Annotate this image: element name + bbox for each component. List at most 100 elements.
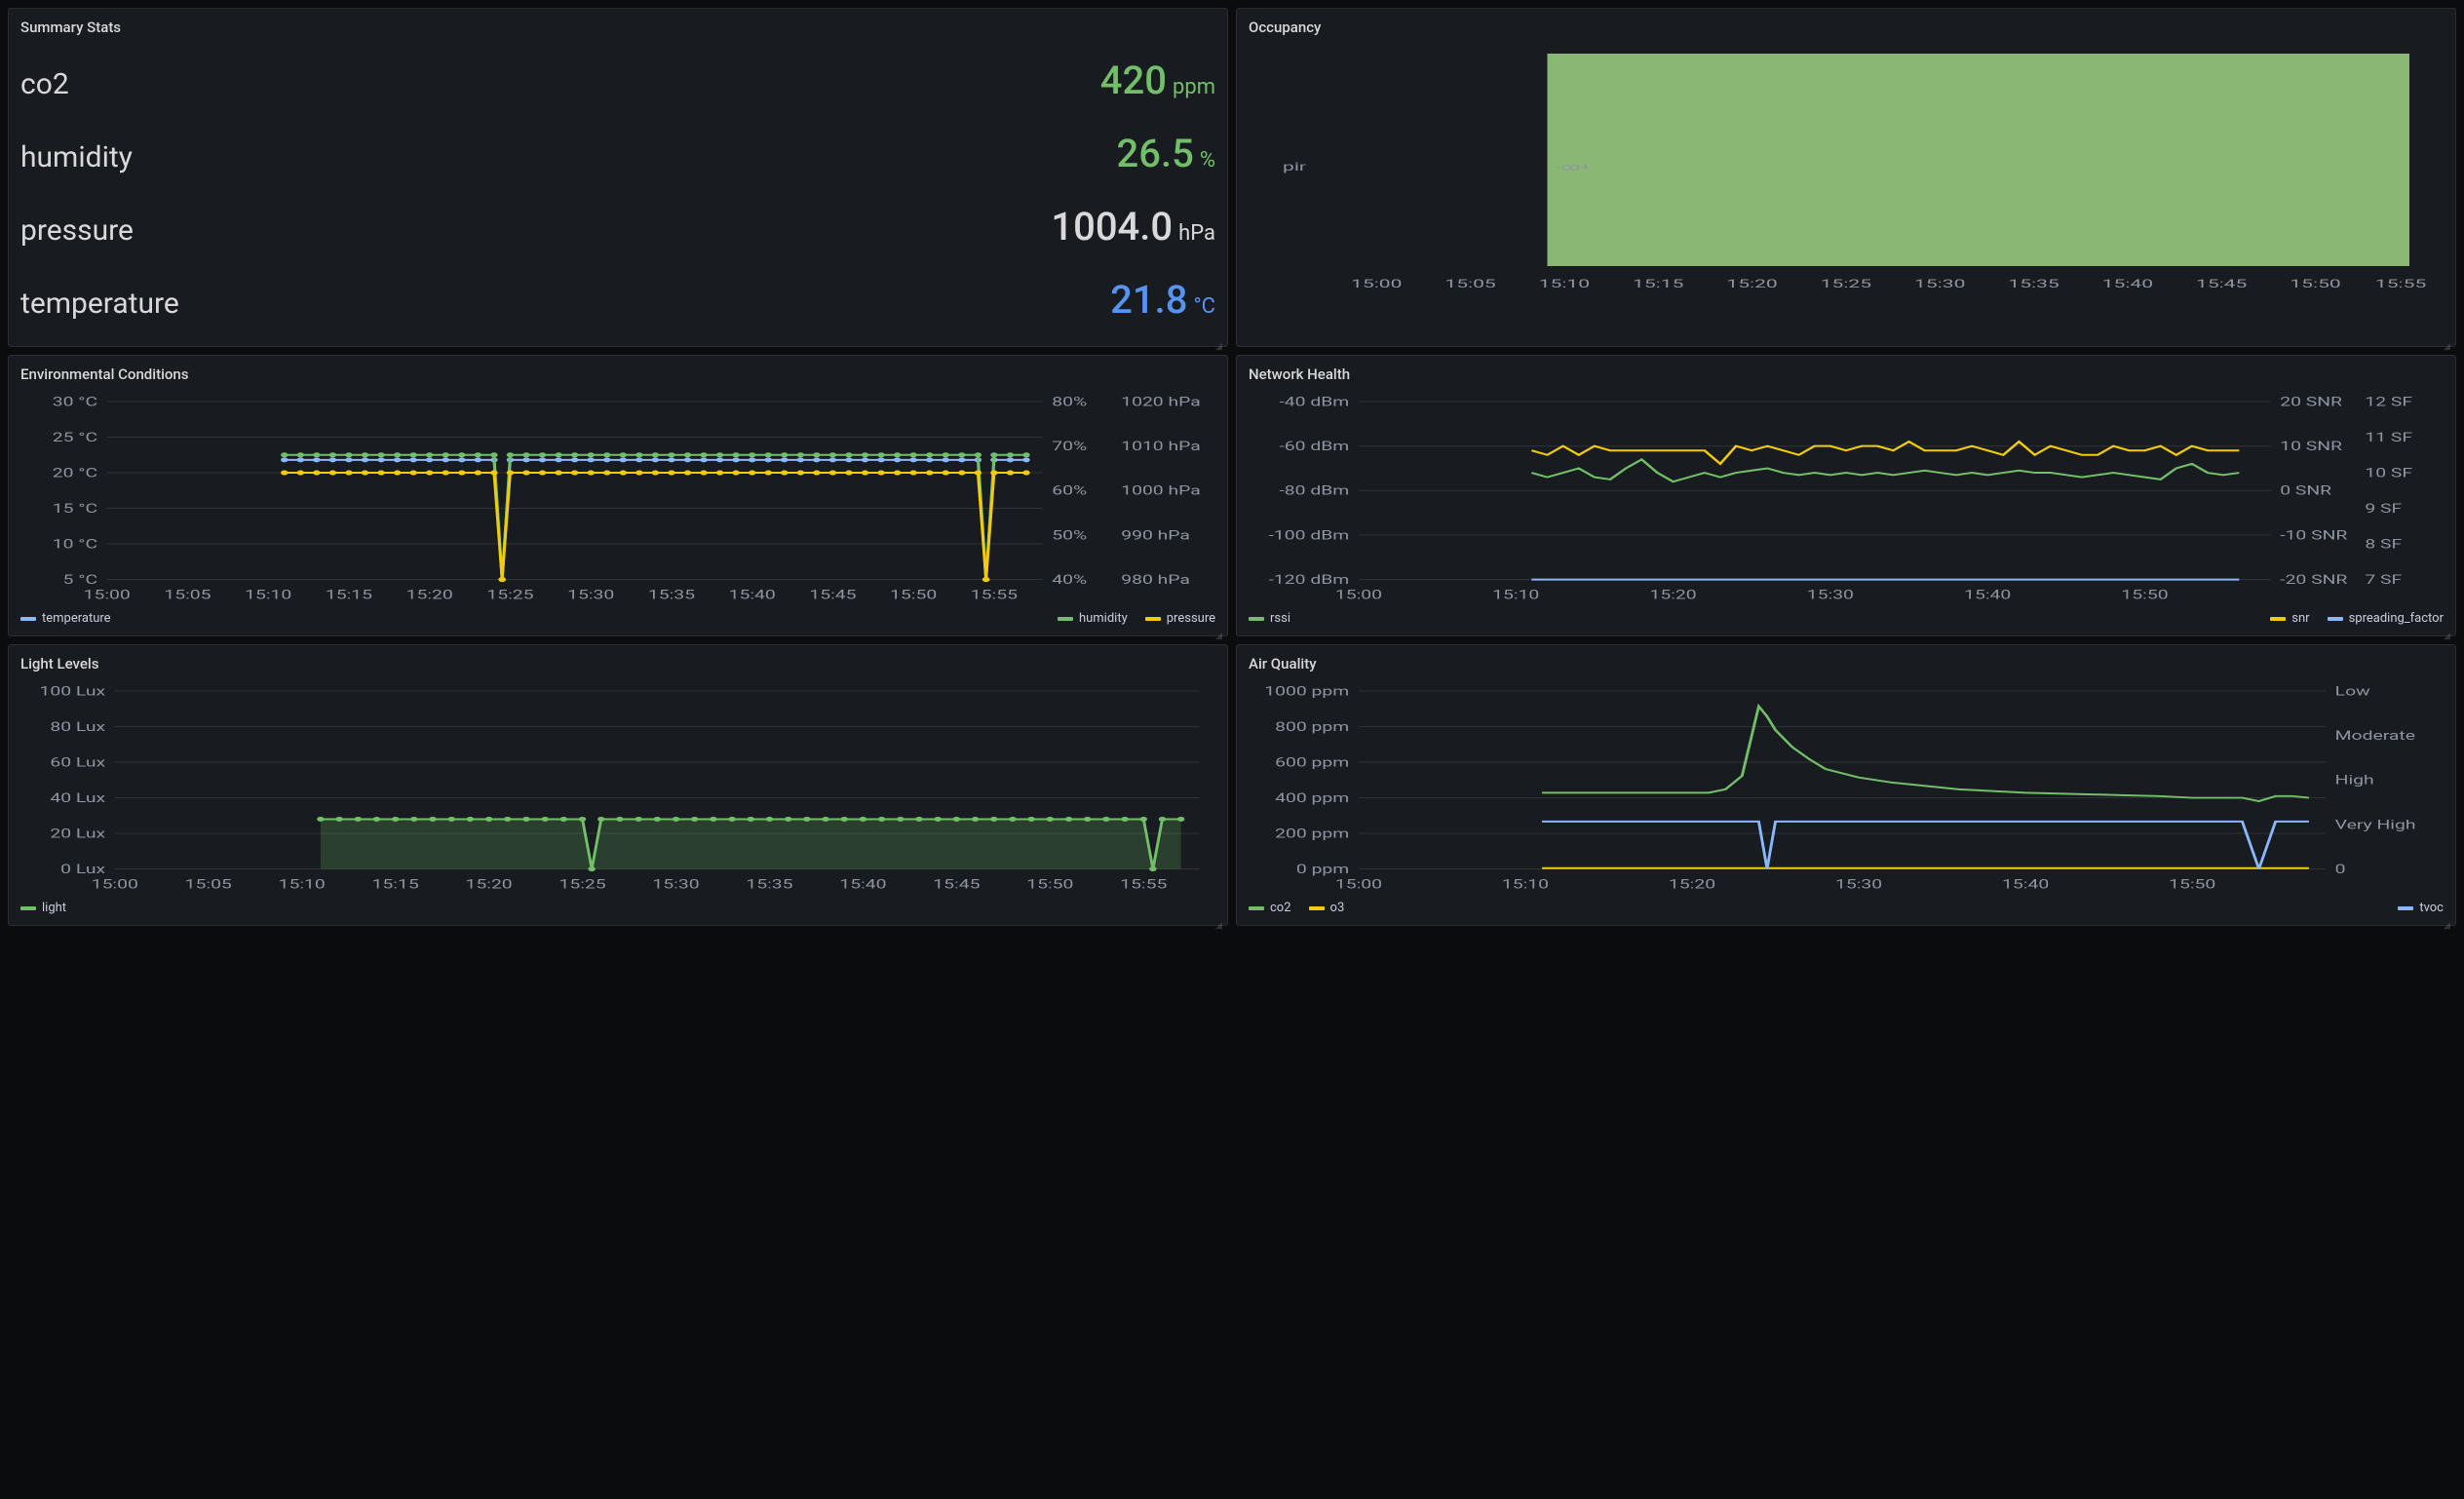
x-axis: 15:00 15:05 15:10 15:15 15:20 15:25 15:3… (1351, 277, 2426, 290)
svg-text:Low: Low (2335, 684, 2371, 699)
svg-text:15:45: 15:45 (2196, 277, 2247, 290)
svg-text:-40 dBm: -40 dBm (1279, 395, 1349, 409)
legend: co2 o3 tvoc (1249, 901, 2444, 915)
resize-handle-icon[interactable] (1215, 913, 1225, 923)
svg-text:15:50: 15:50 (2169, 877, 2215, 892)
legend-item-pressure[interactable]: pressure (1145, 611, 1215, 626)
legend-item-co2[interactable]: co2 (1249, 901, 1291, 915)
svg-text:20 Lux: 20 Lux (50, 826, 105, 841)
legend: light (20, 901, 1215, 915)
svg-text:15:20: 15:20 (466, 877, 513, 892)
stat-label: co2 (20, 67, 69, 101)
resize-handle-icon[interactable] (2444, 624, 2453, 634)
occupancy-panel: Occupancy pir -∞+ 15:00 15:05 15:10 15:1… (1236, 8, 2456, 347)
svg-text:15:30: 15:30 (1914, 277, 1965, 290)
svg-text:10 °C: 10 °C (53, 537, 98, 552)
occupancy-chart[interactable]: pir -∞+ 15:00 15:05 15:10 15:15 15:20 15… (1249, 44, 2444, 297)
svg-text:15:00: 15:00 (84, 588, 131, 602)
legend-item-temperature[interactable]: temperature (20, 611, 111, 626)
svg-text:15:15: 15:15 (1633, 277, 1683, 290)
svg-text:15:20: 15:20 (406, 588, 453, 602)
svg-text:0 Lux: 0 Lux (60, 863, 105, 877)
occupancy-block (1548, 54, 2409, 266)
svg-text:Very High: Very High (2335, 818, 2416, 832)
svg-text:10 SF: 10 SF (2365, 466, 2412, 480)
network-health-panel: Network Health -120 dBm-100 dBm-80 dBm-6… (1236, 355, 2456, 636)
svg-text:pir: pir (1283, 160, 1306, 173)
svg-text:15:45: 15:45 (933, 877, 980, 892)
svg-text:-∞+: -∞+ (1556, 160, 1591, 173)
svg-text:980 hPa: 980 hPa (1121, 573, 1190, 588)
svg-text:15:20: 15:20 (1649, 588, 1696, 602)
panel-title: Air Quality (1249, 655, 2444, 673)
resize-handle-icon[interactable] (2444, 913, 2453, 923)
svg-text:15:05: 15:05 (185, 877, 232, 892)
svg-text:15:35: 15:35 (648, 588, 695, 602)
panel-title: Summary Stats (20, 19, 1215, 36)
svg-text:1000 ppm: 1000 ppm (1264, 684, 1349, 699)
stat-row-humidity: humidity 26.5 % (20, 117, 1215, 190)
stat-row-temperature: temperature 21.8 °C (20, 263, 1215, 336)
svg-text:50%: 50% (1052, 528, 1087, 543)
svg-text:15:10: 15:10 (1492, 588, 1539, 602)
svg-text:30 °C: 30 °C (53, 395, 98, 409)
svg-text:15:50: 15:50 (890, 588, 937, 602)
legend-item-snr[interactable]: snr (2270, 611, 2309, 626)
stat-row-co2: co2 420 ppm (20, 44, 1215, 117)
air-chart[interactable]: 0 ppm200 ppm400 ppm600 ppm800 ppm1000 pp… (1249, 680, 2444, 895)
svg-text:0 ppm: 0 ppm (1296, 863, 1349, 877)
svg-text:15:35: 15:35 (746, 877, 792, 892)
stat-label: humidity (20, 140, 133, 174)
svg-text:15:40: 15:40 (729, 588, 776, 602)
svg-text:15:00: 15:00 (92, 877, 138, 892)
panel-title: Occupancy (1249, 19, 2444, 36)
stat-value: 1004.0 hPa (1051, 204, 1215, 250)
legend-item-sf[interactable]: spreading_factor (2328, 611, 2444, 626)
panel-title: Network Health (1249, 365, 2444, 383)
svg-text:25 °C: 25 °C (53, 431, 98, 445)
svg-text:15:55: 15:55 (2375, 277, 2426, 290)
svg-text:12 SF: 12 SF (2365, 395, 2412, 409)
svg-text:15:15: 15:15 (372, 877, 419, 892)
legend-item-humidity[interactable]: humidity (1058, 611, 1128, 626)
panel-title: Light Levels (20, 655, 1215, 673)
svg-text:15:15: 15:15 (326, 588, 372, 602)
svg-text:5 °C: 5 °C (63, 573, 98, 588)
svg-text:15:30: 15:30 (1807, 588, 1854, 602)
legend-item-rssi[interactable]: rssi (1249, 611, 1290, 626)
svg-text:15:30: 15:30 (567, 588, 614, 602)
svg-text:-10 SNR: -10 SNR (2280, 528, 2347, 543)
svg-text:15:00: 15:00 (1335, 877, 1382, 892)
svg-text:800 ppm: 800 ppm (1275, 720, 1349, 735)
svg-text:15:55: 15:55 (1120, 877, 1167, 892)
legend-item-light[interactable]: light (20, 901, 66, 915)
stat-value: 21.8 °C (1110, 277, 1215, 323)
light-chart[interactable]: 0 Lux20 Lux40 Lux60 Lux80 Lux100 Lux15:0… (20, 680, 1215, 895)
env-chart[interactable]: 5 °C10 °C15 °C20 °C25 °C30 °C40%50%60%70… (20, 391, 1215, 605)
svg-text:15:10: 15:10 (279, 877, 326, 892)
panel-title: Environmental Conditions (20, 365, 1215, 383)
resize-handle-icon[interactable] (1215, 624, 1225, 634)
resize-handle-icon[interactable] (1215, 334, 1225, 344)
svg-text:60%: 60% (1052, 484, 1087, 499)
svg-text:7 SF: 7 SF (2365, 573, 2402, 588)
svg-text:15:40: 15:40 (839, 877, 886, 892)
legend-item-o3[interactable]: o3 (1309, 901, 1345, 915)
svg-text:15:10: 15:10 (1539, 277, 1590, 290)
svg-text:400 ppm: 400 ppm (1275, 791, 1349, 806)
resize-handle-icon[interactable] (2444, 334, 2453, 344)
svg-text:15:30: 15:30 (652, 877, 699, 892)
network-chart[interactable]: -120 dBm-100 dBm-80 dBm-60 dBm-40 dBm-20… (1249, 391, 2444, 605)
svg-text:990 hPa: 990 hPa (1121, 528, 1190, 543)
svg-text:15:00: 15:00 (1335, 588, 1382, 602)
svg-text:11 SF: 11 SF (2365, 431, 2412, 445)
svg-text:10 SNR: 10 SNR (2280, 440, 2342, 454)
stat-value: 26.5 % (1117, 131, 1215, 176)
svg-text:-120 dBm: -120 dBm (1269, 573, 1350, 588)
svg-text:0 SNR: 0 SNR (2280, 484, 2331, 499)
legend-item-tvoc[interactable]: tvoc (2398, 901, 2444, 915)
svg-text:15:30: 15:30 (1835, 877, 1882, 892)
svg-text:15:10: 15:10 (1502, 877, 1549, 892)
svg-text:8 SF: 8 SF (2365, 537, 2402, 552)
svg-text:1010 hPa: 1010 hPa (1121, 440, 1201, 454)
